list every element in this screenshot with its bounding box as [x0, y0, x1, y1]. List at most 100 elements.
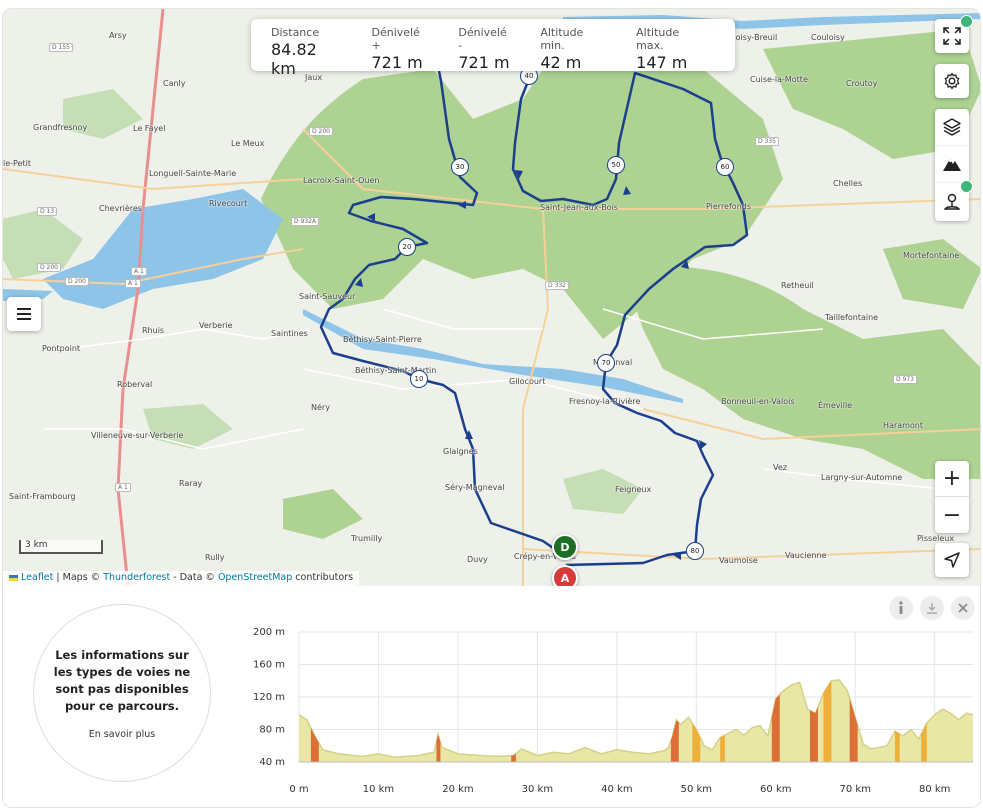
- slope-segment: [310, 727, 319, 762]
- zoom-in-button[interactable]: +: [935, 461, 969, 497]
- openstreetmap-link[interactable]: OpenStreetMap: [218, 572, 292, 583]
- zoom-control: + −: [935, 461, 969, 533]
- place-label: Rully: [205, 553, 225, 562]
- expand-icon: [943, 27, 961, 45]
- place-label: Bonneuil-en-Valois: [721, 397, 795, 406]
- slope-segment: [823, 680, 832, 762]
- stat-elevation-gain: Dénivelé + 721 m: [371, 26, 429, 72]
- stat-altitude-min: Altitude min. 42 m: [540, 26, 606, 72]
- km-marker[interactable]: 10: [410, 370, 428, 388]
- road-label: A 1: [131, 267, 147, 276]
- place-label: Trumilly: [351, 534, 383, 543]
- road-label: D 13: [37, 207, 58, 216]
- menu-button[interactable]: [7, 297, 41, 331]
- end-marker-label: A: [560, 571, 570, 585]
- stat-label: Dénivelé -: [458, 26, 507, 52]
- stat-label: Distance: [271, 26, 320, 39]
- place-label: Fresnoy-la-Rivière: [569, 397, 641, 406]
- place-label: Mortefontaine: [903, 251, 960, 260]
- x-tick-label: 70 km: [840, 784, 871, 795]
- fullscreen-button[interactable]: [935, 15, 973, 53]
- km-marker[interactable]: 50: [607, 156, 625, 174]
- x-tick-label: 50 km: [681, 784, 712, 795]
- map-attribution: Leaflet | Maps © Thunderforest - Data © …: [3, 571, 360, 586]
- new-badge-icon: [960, 15, 973, 28]
- place-label: Le Meux: [231, 139, 265, 148]
- location-person-icon: [943, 193, 961, 210]
- place-label: Pisseleux: [917, 534, 955, 543]
- km-marker[interactable]: 70: [597, 354, 615, 372]
- place-label: Rivecourt: [209, 199, 248, 208]
- leaflet-link[interactable]: Leaflet: [21, 572, 53, 583]
- km-marker[interactable]: 20: [398, 238, 416, 256]
- place-label: Haramont: [883, 421, 924, 430]
- road-label: A 1: [115, 483, 131, 492]
- stat-altitude-max: Altitude max. 147 m: [636, 26, 705, 72]
- road-type-info: Les informations sur les types de voies …: [33, 604, 211, 782]
- slope-segment: [720, 735, 725, 762]
- x-tick-label: 10 km: [363, 784, 394, 795]
- place-label: Néry: [311, 403, 330, 412]
- start-marker[interactable]: D: [552, 534, 578, 560]
- place-label: Saint-Frambourg: [9, 492, 76, 501]
- road-label: D 335: [755, 137, 779, 146]
- elevation-line: [298, 679, 974, 758]
- stat-elevation-loss: Dénivelé - 721 m: [458, 26, 510, 72]
- km-marker[interactable]: 30: [451, 158, 469, 176]
- place-label: Saintines: [271, 329, 308, 338]
- gear-icon: [944, 72, 960, 90]
- place-label: Lacroix-Saint-Ouen: [303, 176, 380, 185]
- elevation-button[interactable]: [935, 146, 969, 183]
- place-label: Saint-Sauveur: [299, 292, 356, 301]
- km-marker[interactable]: 80: [686, 542, 704, 560]
- settings-button[interactable]: [935, 64, 969, 98]
- stat-label: Altitude min.: [540, 26, 584, 52]
- mountain-icon: [943, 159, 961, 171]
- poi-button[interactable]: [935, 180, 973, 220]
- x-tick-label: 20 km: [442, 784, 473, 795]
- place-label: Duvy: [467, 555, 488, 564]
- stat-value: 42 m: [540, 53, 582, 72]
- attribution-contributors-text: contributors: [295, 572, 354, 583]
- slope-segment: [921, 723, 927, 762]
- end-marker[interactable]: A: [552, 565, 578, 586]
- km-marker[interactable]: 60: [716, 158, 734, 176]
- place-label: Cuise-la-Motte: [750, 75, 808, 84]
- place-label: Couloisy: [811, 33, 845, 42]
- slope-segment: [809, 707, 818, 762]
- elevation-area: [299, 679, 973, 762]
- place-label: Pierrefonds: [706, 202, 752, 211]
- thunderforest-link[interactable]: Thunderforest: [103, 572, 170, 583]
- zoom-out-button[interactable]: −: [935, 497, 969, 533]
- place-label: Roberval: [117, 380, 153, 389]
- place-label: Gilocourt: [509, 377, 546, 386]
- attribution-maps-text: | Maps ©: [56, 572, 101, 583]
- place-label: Villeneuve-sur-Verberie: [91, 431, 184, 440]
- stat-distance: Distance 84.82 km: [271, 26, 342, 78]
- learn-more-link[interactable]: En savoir plus: [89, 729, 155, 740]
- stat-value: 84.82 km: [271, 40, 317, 78]
- y-tick-label: 200 m: [253, 627, 285, 638]
- road-label: D 973: [893, 375, 917, 384]
- layers-button[interactable]: [935, 109, 969, 146]
- stat-label: Dénivelé +: [371, 26, 420, 52]
- place-label: Béthisy-Saint-Pierre: [343, 335, 422, 344]
- y-tick-label: 40 m: [259, 757, 285, 768]
- map-view[interactable]: Arsy Canly Grandfresnoy Le Fayel Le Meux Jaux…: [3, 9, 980, 586]
- place-label: le-Petit: [3, 159, 31, 168]
- x-tick-label: 40 km: [601, 784, 632, 795]
- place-label: Grandfresnoy: [33, 123, 88, 132]
- place-label: Retheuil: [781, 281, 814, 290]
- hamburger-line: [17, 318, 31, 320]
- app-frame: Arsy Canly Grandfresnoy Le Fayel Le Meux Jaux…: [2, 8, 981, 808]
- road-label: D 200: [309, 127, 333, 136]
- road-label: D 155: [49, 43, 73, 52]
- info-icon: [899, 601, 903, 614]
- place-label: Pontpoint: [42, 344, 81, 353]
- elevation-chart[interactable]: 40 m 80 m 120 m 160 m 200 m 0 m 10 km 20 km 30 k…: [243, 614, 975, 804]
- locate-button[interactable]: [935, 543, 969, 577]
- road-label: A 1: [125, 279, 141, 288]
- place-label: Glaignes: [443, 447, 478, 456]
- x-tick-label: 0 m: [289, 784, 308, 795]
- place-label: Rhuis: [142, 326, 165, 335]
